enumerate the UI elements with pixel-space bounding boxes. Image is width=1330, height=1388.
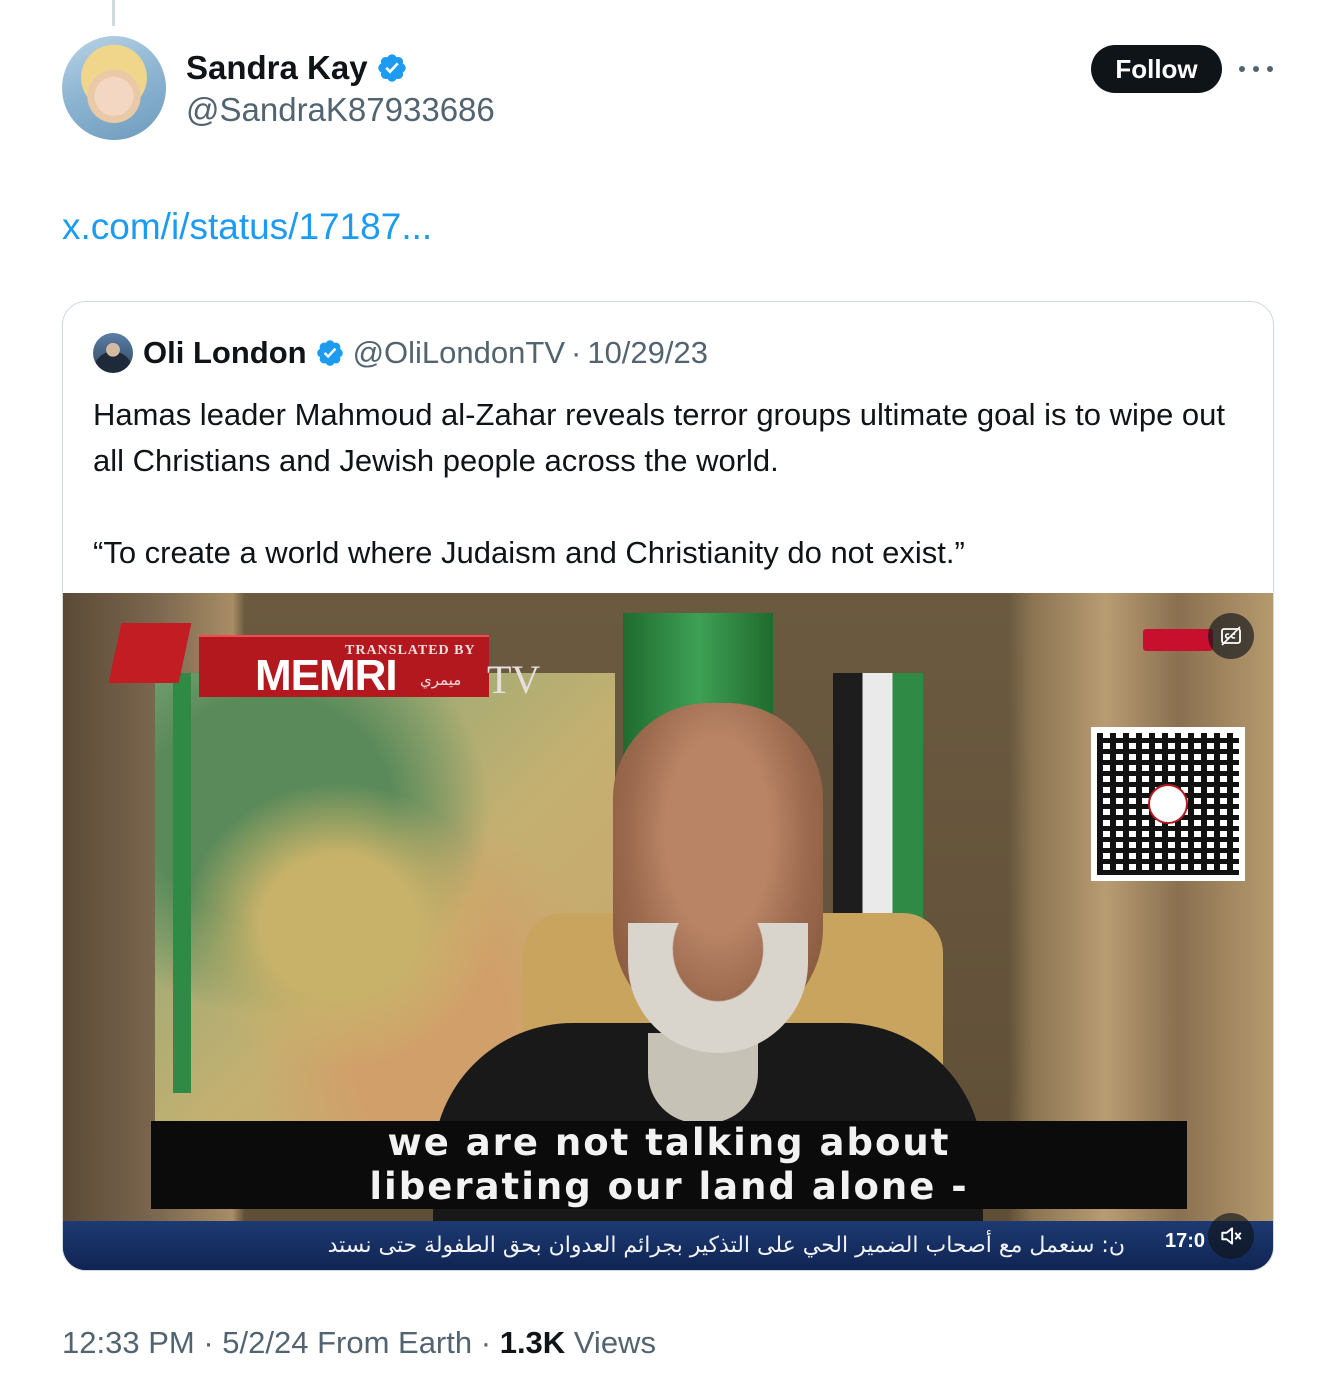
memri-logo-mark (108, 623, 192, 683)
mute-glyph (1221, 1227, 1242, 1245)
more-icon[interactable] (1239, 56, 1273, 82)
quoted-date[interactable]: 10/29/23 (587, 335, 708, 371)
thread-connector-line (112, 0, 115, 26)
video-player[interactable]: TRANSLATED BY MEMRI ميمري TV we are not … (63, 593, 1273, 1270)
closed-captions-glyph (1221, 626, 1241, 646)
memri-arabic: ميمري (420, 672, 462, 689)
quoted-text-paragraph: Hamas leader Mahmoud al-Zahar reveals te… (93, 397, 1226, 478)
qr-code (1091, 727, 1245, 881)
quoted-tweet-card[interactable]: Oli London @OliLondonTV · 10/29/23 Hamas… (62, 301, 1274, 1271)
video-map-edge (173, 673, 191, 1093)
separator-dot: · (203, 1325, 214, 1360)
video-flag-palestinian (833, 673, 923, 953)
author-name-row[interactable]: Sandra Kay (186, 46, 408, 90)
subtitle-line: liberating our land alone - (369, 1165, 969, 1208)
quoted-tweet-text: Hamas leader Mahmoud al-Zahar reveals te… (93, 392, 1253, 576)
closed-captions-icon[interactable] (1208, 613, 1254, 659)
quoted-text-paragraph: “To create a world where Judaism and Chr… (93, 535, 965, 570)
author-name[interactable]: Sandra Kay (186, 46, 368, 90)
quoted-author-handle[interactable]: @OliLondonTV (353, 335, 565, 371)
status-link[interactable]: x.com/i/status/17187... (62, 202, 432, 252)
verified-badge-icon (316, 340, 343, 366)
news-ticker: ن: سنعمل مع أصحاب الضمير الحي على التذكي… (63, 1221, 1273, 1270)
subtitle-line: we are not talking about (387, 1121, 951, 1164)
quoted-author-avatar[interactable] (93, 333, 133, 373)
channel-logo (1143, 629, 1213, 651)
memri-tv: TV (487, 657, 541, 702)
separator-dot: · (571, 335, 582, 370)
memri-tv-logo: TRANSLATED BY MEMRI ميمري TV (108, 615, 540, 702)
tweet-date-source[interactable]: 5/2/24 From Earth (222, 1325, 472, 1360)
ticker-clock: 17:0 (1164, 1230, 1206, 1252)
memri-name: MEMRI (255, 651, 398, 700)
video-subtitle: we are not talking about liberating our … (151, 1121, 1187, 1209)
quoted-author-name[interactable]: Oli London (143, 335, 307, 371)
views-count[interactable]: 1.3K (500, 1325, 565, 1360)
author-avatar[interactable] (62, 36, 166, 140)
tweet-time[interactable]: 12:33 PM (62, 1325, 195, 1360)
verified-badge-icon (377, 54, 406, 82)
mute-icon[interactable] (1208, 1213, 1254, 1259)
separator-dot: · (480, 1325, 492, 1360)
views-label: Views (573, 1325, 656, 1360)
author-handle[interactable]: @SandraK87933686 (186, 88, 495, 132)
follow-button[interactable]: Follow (1091, 45, 1222, 93)
qr-code-center (1148, 784, 1188, 824)
tweet-meta: 12:33 PM · 5/2/24 From Earth · 1.3K View… (62, 1322, 656, 1364)
quoted-tweet-header: Oli London @OliLondonTV · 10/29/23 (93, 332, 708, 374)
